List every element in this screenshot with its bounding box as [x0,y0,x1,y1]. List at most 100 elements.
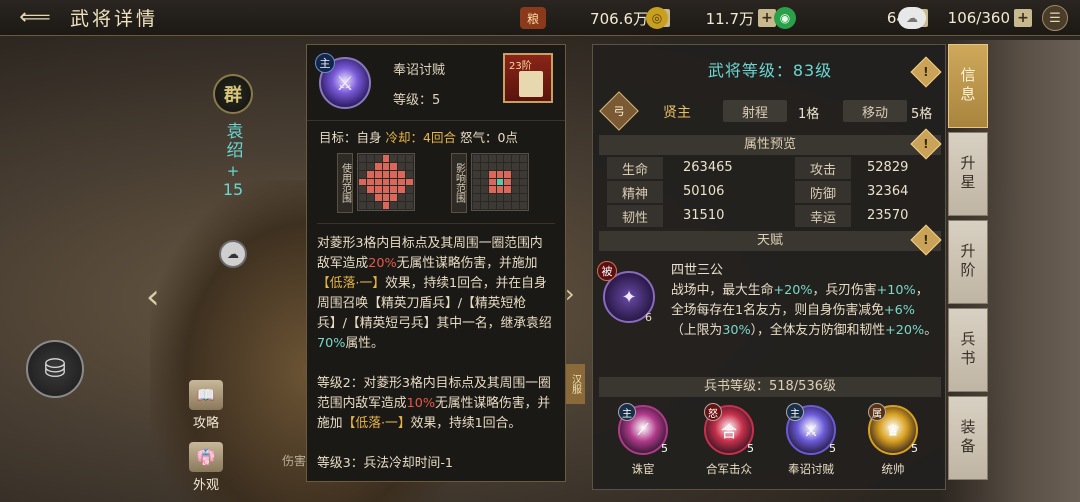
skill-tooltip: 主 ⚔ 奉诏讨贼 等级：5 23阶 目标：自身 冷却：4回合 怒气：0点 使用范… [306,44,566,482]
coin-icon: ◎ [646,7,668,29]
grid-cell [406,186,413,194]
costume-icon: 👘 [189,442,223,472]
grid-cell [390,155,398,162]
skill-desc-level2: 等级2：对菱形3格内目标点及其周围一圈范围内敌军造成10%无属性谋略伤害，并施加… [317,376,551,431]
book-name: 合军击众 [706,462,752,476]
grid-cell [496,194,504,202]
skill-book-item[interactable]: 怒 合 5 合军击众 [701,403,757,477]
book-level: 5 [829,442,836,455]
book-level: 5 [911,442,918,455]
grid-cell [504,202,512,209]
tab-info[interactable]: 信息 [948,44,988,128]
next-hero-arrow[interactable]: › [565,280,585,310]
cloud-icon: ☁ [898,7,926,29]
grid-cell [359,155,366,162]
grid-cell [374,186,382,194]
grid-cell [374,194,382,202]
previous-hero-arrow[interactable]: ‹ [146,278,172,316]
book-level: 5 [747,442,754,455]
book-name: 诛宦 [631,462,655,476]
grid-cell [480,194,488,202]
grid-cell [374,178,382,186]
book-level: 5 [661,442,668,455]
guide-button[interactable]: 📖 攻略 [184,380,228,431]
tab-equipment[interactable]: 装备 [948,396,988,480]
grid-cell [496,202,504,209]
class-name: 贤主 [663,105,691,121]
range-value: 1格 [798,107,820,122]
add-troops-button[interactable]: + [1014,9,1032,27]
resource-troops: ☁ 106/360 + [898,6,1032,30]
grid-cell [512,155,520,162]
grid-cell [390,178,398,186]
grid-cell [359,186,366,194]
affect-range-grid [471,153,529,211]
grid-cell [398,194,406,202]
skill-desc-level1: 对菱形3格内目标点及其周围一圈范围内敌军造成20%无属性谋略伤害，并施加【低落·… [317,236,552,351]
hero-plus: + [226,162,240,180]
skill-target: 目标：自身 [319,130,382,145]
toughness-label: 韧性 [607,205,663,227]
grid-cell [520,178,527,186]
tab-skill-books[interactable]: 兵书 [948,308,988,392]
back-button[interactable]: ⟸ [0,0,70,36]
warning-icon: ! [923,64,929,79]
tooltip-header: 主 ⚔ 奉诏讨贼 等级：5 23阶 [307,45,565,121]
grid-cell [473,155,480,162]
grid-cell [504,170,512,178]
side-tabs: 信息 升星 升阶 兵书 装备 [948,44,988,490]
grid-cell [512,194,520,202]
class-row: 弓 贤主 射程 1格 移动 5格 [593,91,947,131]
grid-cell [382,162,390,170]
grid-cell [480,162,488,170]
use-range-label: 使用范围 [337,153,353,213]
grid-cell [496,155,504,162]
grid-cell [520,170,527,178]
attack-label: 攻击 [795,157,851,179]
grid-cell [504,186,512,194]
grid-cell [366,186,374,194]
grid-cell [382,155,390,162]
grid-cell [488,170,496,178]
affect-range-label: 影响范围 [451,153,467,213]
skill-book-item[interactable]: 主 ⚔ 5 奉诏讨贼 [783,403,839,477]
skin-tag[interactable]: 汉服 [565,364,585,404]
skill-book-item[interactable]: 主 ⟋ 5 诛宦 [615,403,671,477]
grid-cell [473,162,480,170]
grid-cell [520,162,527,170]
slash-icon: 主 ⟋ 5 [618,403,668,455]
luck-label: 幸运 [795,205,851,227]
passive-badge: 被 [597,261,617,281]
grid-cell [488,162,496,170]
tab-rank-up[interactable]: 升阶 [948,220,988,304]
skill-cooldown: 冷却：4回合 [385,130,456,145]
cloud-badge-icon[interactable]: ☁ [219,240,247,268]
jade-value: 64 [886,9,906,27]
skill-book-item[interactable]: 属 ♛ 5 统帅 [865,403,921,477]
grid-cell [504,155,512,162]
attack-value: 52829 [867,160,909,175]
grid-cell [398,178,406,186]
formation-button[interactable]: ⛁ [26,340,84,398]
book-name: 奉诏讨贼 [788,462,834,476]
grid-cell [480,178,488,186]
back-arrow-icon: ⟸ [19,5,51,30]
faction-badge: 群 [213,74,253,114]
attribute-section-header: 属性预览 [599,135,941,155]
skill-description: 对菱形3格内目标点及其周围一圈范围内敌军造成20%无属性谋略伤害，并施加【低落·… [317,223,555,474]
grid-cell [366,194,374,202]
skill-book-icon: 23阶 [503,53,553,103]
grid-cell [398,162,406,170]
tab-star-up[interactable]: 升星 [948,132,988,216]
luck-value: 23570 [867,208,909,223]
appearance-button[interactable]: 👘 外观 [184,442,228,493]
menu-icon: ☰ [1049,10,1061,26]
grid-cell [390,202,398,209]
grid-cell [512,162,520,170]
grid-cell [374,202,382,209]
menu-button[interactable]: ☰ [1042,5,1068,31]
hero-star-level: 15 [222,180,244,199]
unite-icon: 怒 合 5 [704,403,754,455]
skill-type-tag: 主 [315,53,335,73]
grid-cell [374,155,382,162]
